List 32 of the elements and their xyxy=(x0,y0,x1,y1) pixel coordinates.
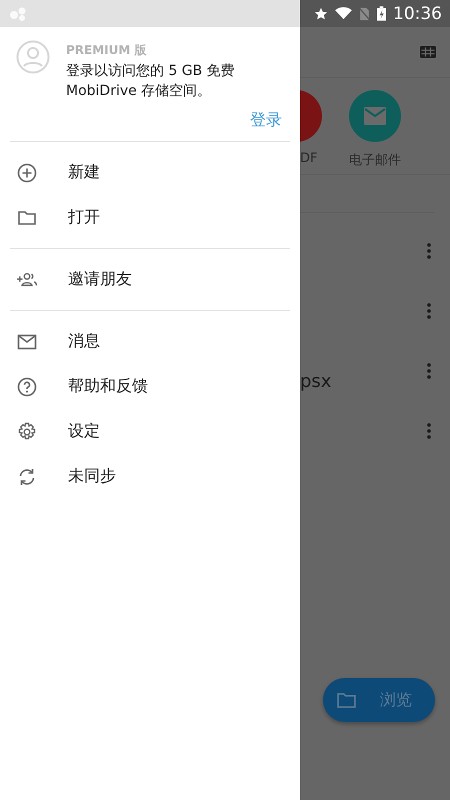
more-icon[interactable] xyxy=(427,243,431,259)
help-icon xyxy=(16,376,38,396)
menu-item[interactable]: 帮助和反馈 xyxy=(0,364,300,409)
menu-item[interactable]: 新建 xyxy=(0,150,300,195)
tile-label: DF xyxy=(300,151,318,166)
mail-icon xyxy=(16,332,38,352)
menu-item[interactable]: 打开 xyxy=(0,195,300,240)
menu-item[interactable]: 设定 xyxy=(0,409,300,454)
plus-icon xyxy=(16,162,38,182)
tile-button[interactable] xyxy=(349,90,401,142)
clock: 10:36 xyxy=(393,4,442,24)
menu-item[interactable]: 未同步 xyxy=(0,454,300,499)
app-notification-icon xyxy=(8,6,28,22)
more-icon[interactable] xyxy=(427,303,431,319)
grid-icon[interactable] xyxy=(420,46,436,58)
battery-icon xyxy=(377,6,386,21)
folder-icon xyxy=(337,692,356,708)
no-sim-icon xyxy=(359,6,370,20)
menu-item[interactable]: 消息 xyxy=(0,319,300,364)
wifi-icon xyxy=(335,7,352,20)
envelope-icon xyxy=(364,107,386,125)
more-icon[interactable] xyxy=(427,423,431,439)
menu-item[interactable]: 邀请朋友 xyxy=(0,257,300,302)
file-name: psx xyxy=(300,371,332,392)
more-icon[interactable] xyxy=(427,363,431,379)
tile-label: 电子邮件 xyxy=(349,152,401,169)
sign-in-message: 登录以访问您的 5 GB 免费 MobiDrive 存储空间。 xyxy=(66,62,236,101)
star-icon xyxy=(314,6,328,20)
settings-icon xyxy=(16,422,38,442)
avatar-icon xyxy=(16,40,50,74)
add-people-icon xyxy=(16,270,38,288)
edition-label: PREMIUM 版 xyxy=(66,42,148,58)
